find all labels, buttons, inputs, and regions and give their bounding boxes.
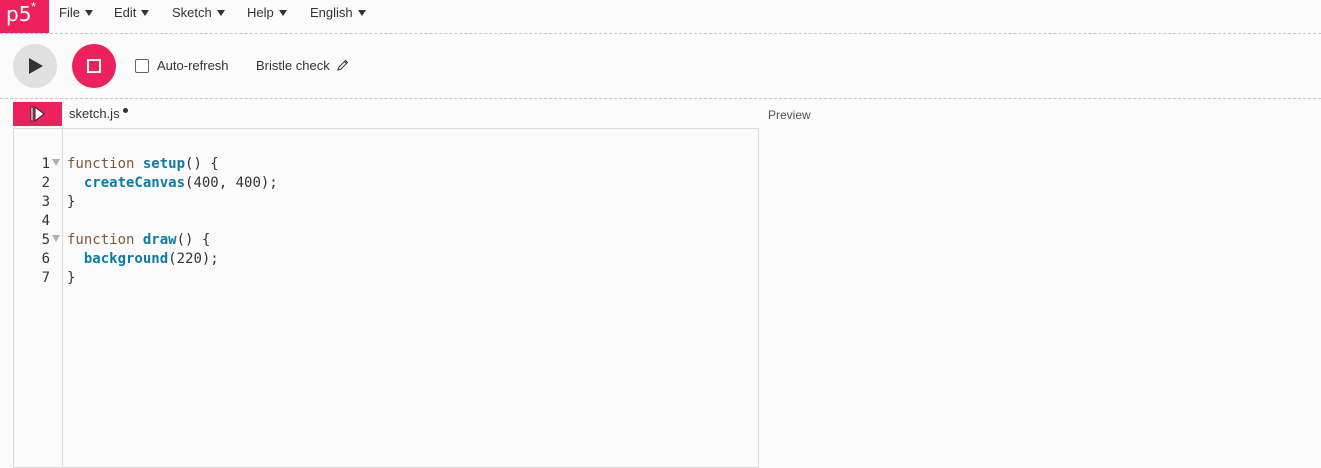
code-keyword: function <box>67 156 143 172</box>
unsaved-indicator <box>123 108 128 113</box>
preview-label: Preview <box>768 108 811 122</box>
line-number: 7 <box>41 270 50 286</box>
code-function-name: background <box>83 251 169 267</box>
file-tab-sketch-js[interactable]: sketch.js <box>69 107 120 121</box>
code-text: } <box>67 194 76 210</box>
chevron-down-icon <box>278 10 287 16</box>
chevron-down-icon <box>84 10 93 16</box>
logo-text: p5 <box>6 2 32 26</box>
code-line: } <box>67 269 75 288</box>
menu-help[interactable]: Help <box>247 6 287 20</box>
code-text: () { <box>185 156 219 172</box>
toolbar: Auto-refresh Bristle check <box>0 34 1321 99</box>
code-line: createCanvas(400, 400); <box>67 174 278 193</box>
chevron-down-icon <box>141 10 150 16</box>
line-number: 2 <box>41 175 50 191</box>
menu-sketch[interactable]: Sketch <box>172 6 225 20</box>
chevron-down-icon <box>216 10 225 16</box>
code-function-name: createCanvas <box>83 175 186 191</box>
code-text: (400, 400); <box>185 175 278 191</box>
sidebar-toggle-button[interactable] <box>13 102 62 126</box>
menu-edit[interactable]: Edit <box>114 5 150 20</box>
line-number: 6 <box>41 251 50 267</box>
menu-sketch-label: Sketch <box>172 5 212 20</box>
code-line: background(220); <box>67 250 219 269</box>
code-text: () { <box>176 232 211 248</box>
play-icon <box>29 58 43 74</box>
sidebar-toggle-icon <box>30 106 45 122</box>
menu-file-label: File <box>59 5 80 20</box>
menu-language-label: English <box>310 5 353 20</box>
code-line: } <box>67 193 75 212</box>
chevron-down-icon <box>357 10 366 16</box>
stop-button[interactable] <box>72 44 116 88</box>
auto-refresh-checkbox[interactable] <box>135 59 149 73</box>
menu-edit-label: Edit <box>114 5 137 20</box>
fold-arrow-icon[interactable] <box>52 235 60 242</box>
line-number: 4 <box>41 213 50 229</box>
code-function-name: draw <box>142 232 177 248</box>
code-editor[interactable]: 1 2 3 4 5 6 7 function setup() { createC… <box>13 128 759 468</box>
menu-language[interactable]: English <box>310 6 366 20</box>
fold-arrow-icon[interactable] <box>52 159 60 166</box>
line-number: 3 <box>41 194 50 210</box>
menu-help-label: Help <box>247 5 274 20</box>
line-number: 1 <box>41 156 50 172</box>
code-text: } <box>67 270 76 286</box>
code-text: (220); <box>168 251 219 267</box>
line-number: 5 <box>41 232 50 248</box>
menu-bar: p5 * File Edit Sketch Help English <box>0 0 1321 34</box>
line-number-gutter: 1 2 3 4 5 6 7 <box>14 129 63 467</box>
menu-file[interactable]: File <box>59 6 93 20</box>
p5-logo[interactable]: p5 * <box>0 0 49 33</box>
sketch-name[interactable]: Bristle check <box>256 59 330 73</box>
code-function-name: setup <box>142 156 186 172</box>
play-button[interactable] <box>13 44 57 88</box>
pencil-icon[interactable] <box>337 59 349 71</box>
logo-asterisk: * <box>31 0 37 14</box>
stop-icon <box>87 59 101 73</box>
auto-refresh-label: Auto-refresh <box>157 58 229 73</box>
code-line: function setup() { <box>67 155 219 174</box>
code-line: function draw() { <box>67 231 210 250</box>
code-keyword: function <box>67 232 143 248</box>
